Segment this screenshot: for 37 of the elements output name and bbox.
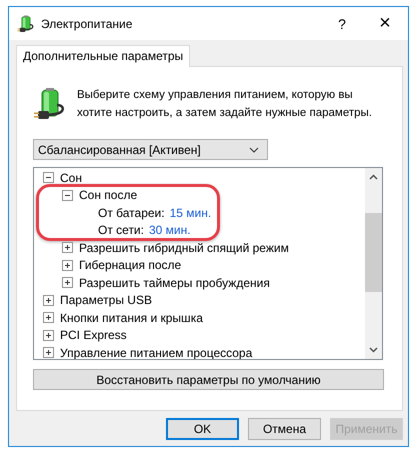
help-button[interactable]: ? [322,16,362,32]
power-icon [17,14,35,32]
setting-label[interactable]: Гибернация после [79,258,182,272]
tab[interactable]: Дополнительные параметры [16,45,190,67]
battery-plug-icon [33,87,67,121]
setting-label[interactable]: PCI Express [60,328,127,342]
expand-icon[interactable] [62,260,73,271]
collapse-icon[interactable] [62,190,73,201]
setting-value[interactable]: 30 мин. [148,223,191,238]
plan-dropdown[interactable]: Сбалансированная [Активен] [33,139,268,160]
scrollbar[interactable] [365,168,382,359]
setting-label[interactable]: Сон [60,170,82,185]
setting-label[interactable]: Разрешить гибридный спящий режим [79,240,289,255]
description-text: Выберите схему управления питанием, которую вы хотите настроить, а затем задайте нужные параметры. [77,88,373,121]
setting-label[interactable]: Сон после [79,188,138,202]
chevron-down-icon [249,146,259,152]
setting-label[interactable]: Разрешить таймеры пробуждения [79,276,270,290]
expand-icon[interactable] [43,312,54,324]
expand-icon[interactable] [43,294,54,306]
expand-icon[interactable] [43,330,54,341]
setting-label[interactable]: Кнопки питания и крышка [60,310,203,325]
scroll-up-icon[interactable] [369,174,378,180]
window-title: Электропитание [41,16,134,30]
setting-label[interactable]: От сети: [98,223,144,238]
setting-label[interactable]: Параметры USB [60,293,152,308]
dialog-button[interactable]: Отмена [248,418,321,440]
expand-icon[interactable] [43,347,54,358]
restore-defaults-button[interactable]: Восстановить параметры по умолчанию [33,369,384,390]
scroll-down-icon[interactable] [369,347,378,353]
expand-icon[interactable] [62,277,73,288]
collapse-icon[interactable] [43,172,54,184]
dialog-button[interactable]: OK [166,418,239,440]
setting-label[interactable]: От батареи: [98,206,165,220]
expand-icon[interactable] [62,242,73,254]
setting-label[interactable]: Управление питанием процессора [60,346,252,359]
close-button[interactable]: × [362,12,408,35]
setting-value[interactable]: 15 мин. [170,206,212,220]
